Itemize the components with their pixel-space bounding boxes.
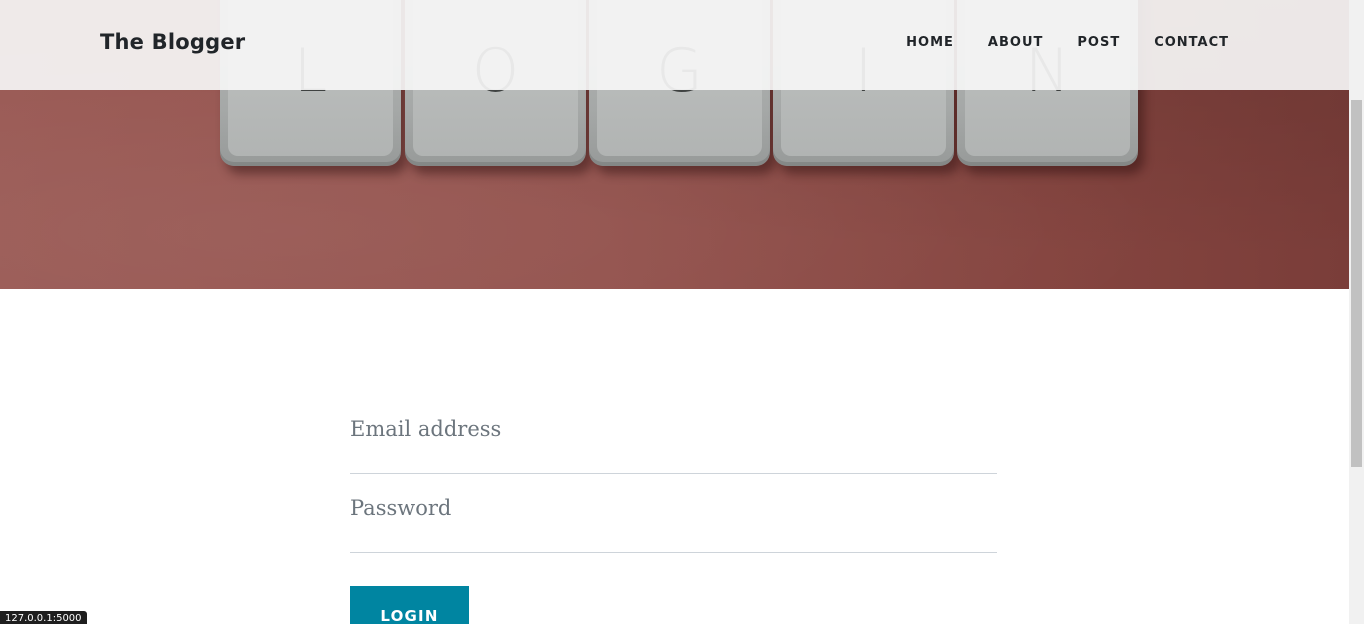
email-input[interactable] <box>350 417 997 441</box>
main-navbar: The Blogger HOME ABOUT POST CONTACT <box>0 0 1349 90</box>
login-form: LOGIN <box>350 400 997 624</box>
brand-logo-link[interactable]: The Blogger <box>100 30 245 54</box>
nav-link-contact[interactable]: CONTACT <box>1137 35 1229 50</box>
page-viewport: L O G I N The Blogger HOME ABOUT POST CO… <box>0 0 1349 624</box>
email-field-group <box>350 400 997 474</box>
page-scrollbar[interactable] <box>1349 0 1364 624</box>
password-input[interactable] <box>350 496 997 520</box>
nav-link-home[interactable]: HOME <box>889 35 971 50</box>
nav-links: HOME ABOUT POST CONTACT <box>889 35 1229 50</box>
nav-link-post[interactable]: POST <box>1060 35 1137 50</box>
login-button[interactable]: LOGIN <box>350 586 469 624</box>
nav-link-about[interactable]: ABOUT <box>971 35 1060 50</box>
password-field-group <box>350 479 997 553</box>
scrollbar-thumb[interactable] <box>1351 100 1362 467</box>
status-url-tooltip: 127.0.0.1:5000 <box>0 611 87 624</box>
